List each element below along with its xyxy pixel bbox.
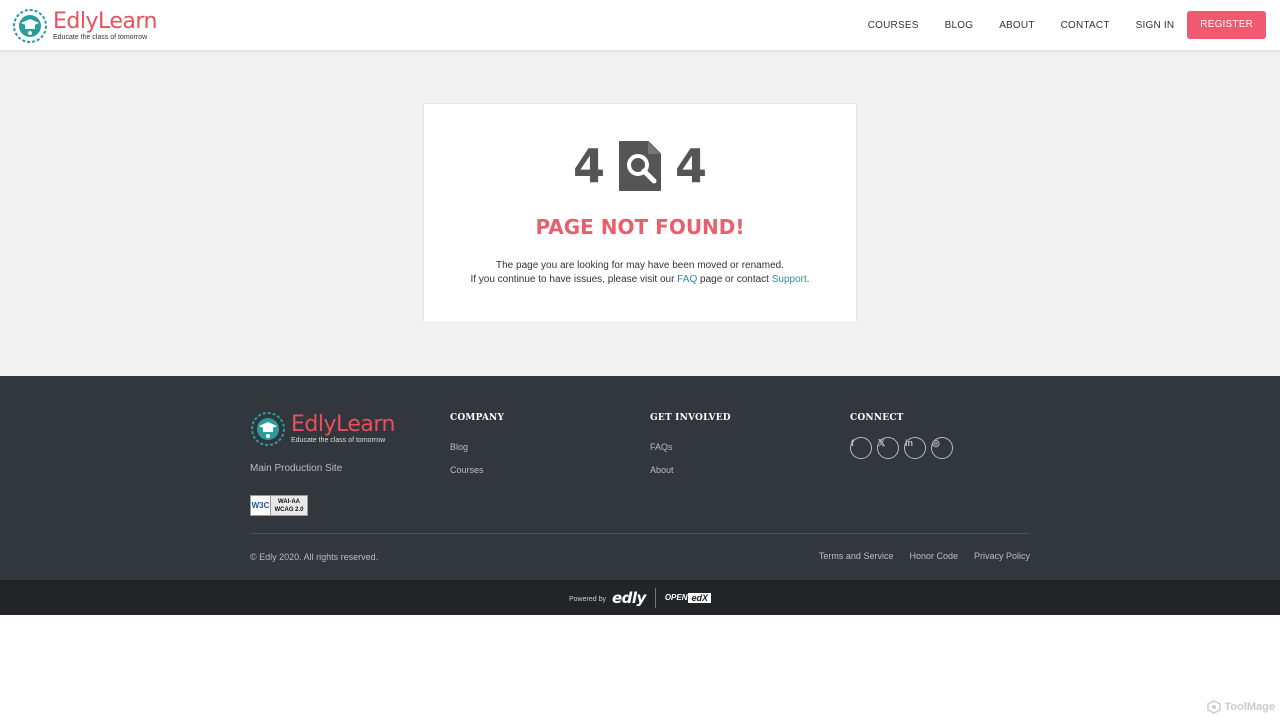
site-logo[interactable]: EdlyLearn Educate the class of tomorrow: [12, 8, 158, 44]
nav-about[interactable]: ABOUT: [999, 20, 1034, 31]
footer-heading-involved: GET INVOLVED: [650, 413, 731, 423]
laurel-cap-icon: [13, 9, 47, 43]
error-digit-right: 4: [675, 139, 708, 193]
faq-link[interactable]: FAQ: [677, 274, 697, 285]
powered-by-label: Powered by: [569, 595, 606, 603]
social-links: f 𝕏 in ◎: [850, 437, 958, 459]
footer-link-blog[interactable]: Blog: [450, 442, 468, 452]
nav-contact[interactable]: CONTACT: [1061, 20, 1110, 31]
legal-links: Terms and Service Honor Code Privacy Pol…: [803, 551, 1030, 561]
privacy-policy-link[interactable]: Privacy Policy: [974, 551, 1030, 561]
main-content: 4 4 PAGE NOT FOUND! The page you are loo…: [0, 50, 1280, 376]
open-edx-edx: edX: [688, 592, 711, 603]
footer-col-connect: CONNECT f 𝕏 in ◎: [850, 413, 953, 459]
footer-link-faqs[interactable]: FAQs: [650, 442, 673, 452]
brand-tagline: Educate the class of tomorrow: [53, 34, 148, 41]
error-digit-left: 4: [572, 139, 605, 193]
powered-separator: [654, 587, 656, 608]
error-line-1: The page you are looking for may have be…: [496, 260, 784, 271]
error-line-2: If you continue to have issues, please v…: [424, 273, 856, 287]
footer-link-about[interactable]: About: [650, 465, 674, 475]
footer-heading-company: COMPANY: [450, 413, 505, 423]
wcag-line-1: WAI-AA: [278, 499, 300, 505]
copyright: © Edly 2020. All rights reserved.: [250, 552, 379, 562]
instagram-icon[interactable]: ◎: [931, 437, 953, 459]
error-line-2-mid: page or contact: [697, 274, 772, 285]
watermark: ToolMage: [1207, 700, 1275, 714]
watermark-text: ToolMage: [1224, 701, 1275, 713]
site-header: EdlyLearn Educate the class of tomorrow …: [0, 0, 1280, 50]
nav-sign-in[interactable]: SIGN IN: [1136, 20, 1175, 31]
wcag-badge[interactable]: W3C WAI-AA WCAG 2.0: [250, 495, 308, 516]
footer-brand-tagline: Educate the class of tomorrow: [291, 437, 386, 444]
x-twitter-icon[interactable]: 𝕏: [877, 437, 899, 459]
site-footer: EdlyLearn Educate the class of tomorrow …: [0, 376, 1280, 580]
wcag-line-2: WCAG 2.0: [274, 507, 304, 513]
w3c-logo: W3C: [251, 496, 271, 515]
watermark-logo-icon: [1207, 700, 1222, 714]
error-title: PAGE NOT FOUND!: [535, 215, 745, 239]
nav-courses[interactable]: COURSES: [868, 20, 919, 31]
footer-col-involved: GET INVOLVED FAQs About: [650, 413, 731, 475]
error-line-2-suffix: .: [806, 274, 810, 285]
wcag-text: WAI-AA WCAG 2.0: [271, 496, 307, 515]
powered-by-bar: Powered by edly OPEN edX: [0, 580, 1280, 615]
footer-col-company: COMPANY Blog Courses: [450, 413, 505, 475]
support-link[interactable]: Support: [772, 274, 807, 285]
error-message: The page you are looking for may have be…: [424, 259, 856, 287]
footer-logo[interactable]: EdlyLearn Educate the class of tomorrow: [250, 411, 396, 447]
footer-brand-name: EdlyLearn: [291, 412, 396, 437]
edly-logo[interactable]: edly: [612, 589, 646, 607]
open-edx-logo[interactable]: OPEN edX: [664, 592, 711, 603]
error-code: 4 4: [424, 138, 856, 194]
error-line-2-prefix: If you continue to have issues, please v…: [470, 274, 678, 285]
search-document-icon: [619, 141, 661, 191]
register-button[interactable]: REGISTER: [1187, 11, 1266, 39]
open-edx-open: OPEN: [664, 593, 688, 602]
footer-divider: [250, 533, 1030, 534]
laurel-cap-icon: [251, 412, 285, 446]
terms-link[interactable]: Terms and Service: [819, 551, 894, 561]
footer-link-courses[interactable]: Courses: [450, 465, 484, 475]
linkedin-icon[interactable]: in: [904, 437, 926, 459]
footer-heading-connect: CONNECT: [850, 413, 904, 423]
error-card: 4 4 PAGE NOT FOUND! The page you are loo…: [423, 103, 857, 323]
site-name: Main Production Site: [250, 463, 343, 474]
main-nav: COURSES BLOG ABOUT CONTACT SIGN IN REGIS…: [868, 11, 1266, 39]
nav-blog[interactable]: BLOG: [945, 20, 974, 31]
brand-name: EdlyLearn: [53, 9, 158, 34]
facebook-icon[interactable]: f: [850, 437, 872, 459]
honor-code-link[interactable]: Honor Code: [909, 551, 958, 561]
